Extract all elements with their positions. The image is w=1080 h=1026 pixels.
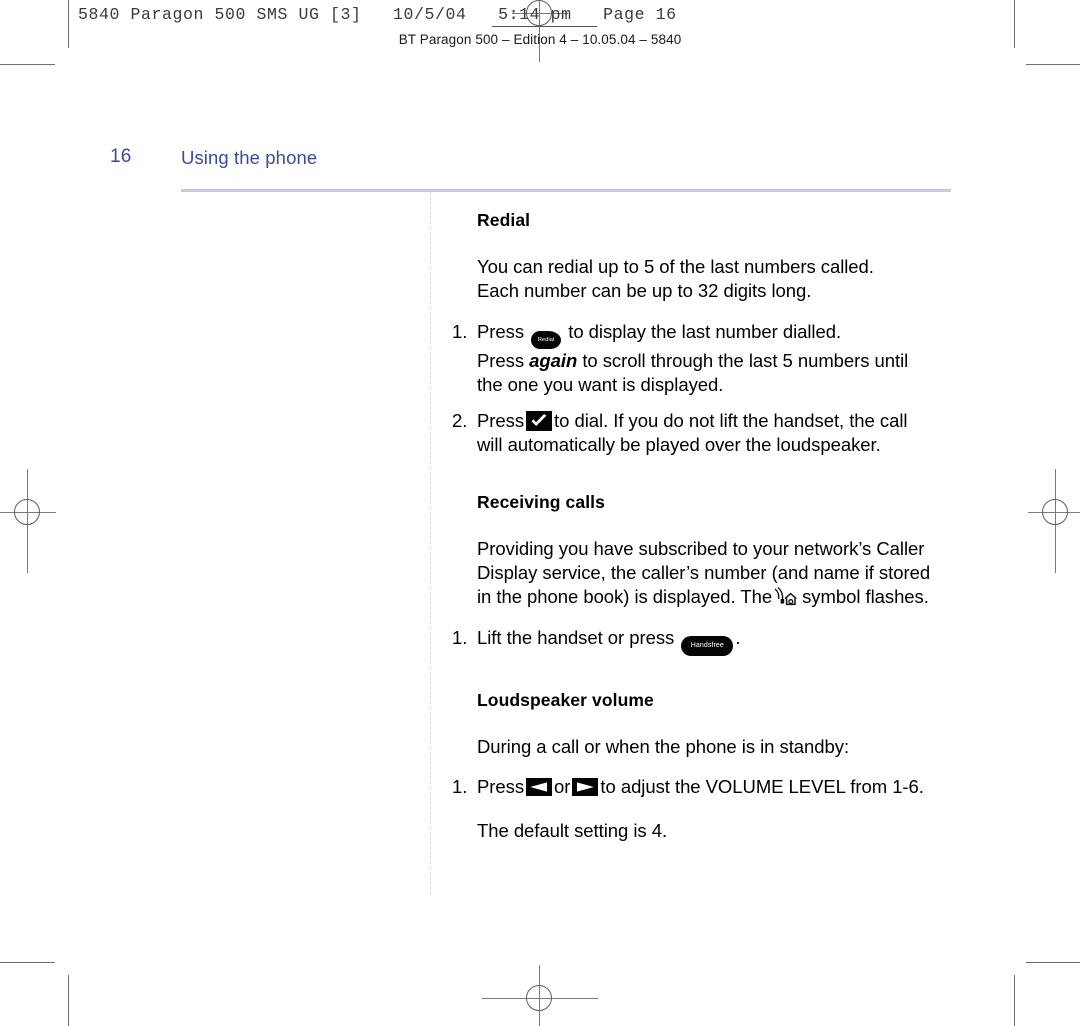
redial-intro-line-1: You can redial up to 5 of the last numbe… xyxy=(477,256,874,277)
crop-mark-bottom-left-horizontal xyxy=(0,962,55,963)
step-line3: the one you want is displayed. xyxy=(477,373,724,395)
section-heading-redial: Redial xyxy=(477,210,531,230)
body-column: Redial You can redial up to 5 of the las… xyxy=(452,210,957,844)
print-slug-underline xyxy=(492,26,597,27)
step-line2: will automatically be played over the lo… xyxy=(477,434,881,456)
step-lead-text: Press xyxy=(477,320,525,342)
redial-intro-paragraph: You can redial up to 5 of the last numbe… xyxy=(452,255,957,304)
step-lead-text: Press xyxy=(477,775,525,797)
list-item: 1. Lift the handset or press Handsfree. xyxy=(452,626,957,656)
crop-mark-bottom-right-horizontal xyxy=(1026,962,1080,963)
running-head-title: Using the phone xyxy=(181,147,318,168)
redial-steps-list: 1. Press Redial to display the last numb… xyxy=(452,320,957,458)
step-after-key-text: . xyxy=(735,626,741,648)
step-lead-text: Press xyxy=(477,410,525,432)
print-slug-line: 5840 Paragon 500 SMS UG [3] 10/5/04 5:14… xyxy=(78,5,677,24)
volume-up-key-icon[interactable] xyxy=(572,777,599,796)
registration-mark-left xyxy=(0,469,56,573)
section-heading-receiving-calls: Receiving calls xyxy=(477,491,605,512)
manual-page: 5840 Paragon 500 SMS UG [3] 10/5/04 5:14… xyxy=(0,0,1080,1026)
step-line2-emphasis: again xyxy=(529,349,578,371)
crop-mark-top-left-horizontal xyxy=(0,64,55,65)
step-after-key-text: to display the last number dialled. xyxy=(568,320,842,342)
step-line2-post: to scroll through the last 5 numbers unt… xyxy=(582,349,909,371)
step-after-keys-text: to adjust the VOLUME LEVEL from 1-6. xyxy=(600,775,924,797)
step-conjunction: or xyxy=(554,775,571,797)
volume-down-key-icon[interactable] xyxy=(526,777,553,796)
list-item: 1. Press Redial to display the last numb… xyxy=(452,320,957,398)
loudspeaker-steps-list: 1. Press or to adjust the VOLUME LEVEL fro… xyxy=(452,775,957,799)
edition-footer-line: BT Paragon 500 – Edition 4 – 10.05.04 – … xyxy=(398,32,682,47)
header-rule xyxy=(181,189,951,192)
step-after-key-text: to dial. If you do not lift the handset,… xyxy=(554,410,908,432)
step-number: 1. xyxy=(452,775,468,797)
registration-mark-ring xyxy=(526,985,552,1011)
list-item: 1. Press or to adjust the VOLUME LEVEL fro… xyxy=(452,775,957,799)
loudspeaker-intro-paragraph: During a call or when the phone is in st… xyxy=(477,735,850,757)
redial-key-icon[interactable]: Redial xyxy=(531,330,562,349)
receiving-line-3-pre: in the phone book) is displayed. The xyxy=(477,586,773,608)
step-line2-pre: Press xyxy=(477,349,525,371)
receiving-line-2: Display service, the caller’s number (an… xyxy=(477,562,931,584)
crop-mark-bottom-left-vertical xyxy=(68,975,69,1026)
tick-key-icon[interactable] xyxy=(526,411,553,432)
step-lead-text: Lift the handset or press xyxy=(477,626,675,648)
crop-mark-bottom-right-vertical xyxy=(1014,975,1015,1026)
section-heading-loudspeaker-volume: Loudspeaker volume xyxy=(477,689,654,710)
registration-mark-bottom-center xyxy=(482,965,598,1026)
page-number: 16 xyxy=(110,146,132,167)
handsfree-key-icon[interactable]: Handsfree xyxy=(681,635,734,656)
step-number: 1. xyxy=(452,320,468,342)
ringing-phone-icon xyxy=(773,586,801,608)
receiving-calls-steps-list: 1. Lift the handset or press Handsfree. xyxy=(452,626,957,656)
receiving-calls-paragraph: Providing you have subscribed to your ne… xyxy=(452,537,957,610)
column-divider xyxy=(430,192,431,895)
registration-mark-ring xyxy=(1042,499,1068,525)
receiving-line-1: Providing you have subscribed to your ne… xyxy=(477,537,925,559)
list-item: 2. Press to dial. If you do not lift the … xyxy=(452,409,957,458)
step-number: 1. xyxy=(452,626,468,648)
registration-mark-right xyxy=(1028,469,1080,573)
redial-intro-line-2: Each number can be up to 32 digits long. xyxy=(477,280,812,302)
registration-mark-ring xyxy=(14,499,40,525)
crop-mark-top-right-horizontal xyxy=(1026,64,1080,65)
receiving-line-3-post: symbol flashes. xyxy=(802,586,929,608)
loudspeaker-default-line: The default setting is 4. xyxy=(477,820,668,842)
step-number: 2. xyxy=(452,410,468,432)
